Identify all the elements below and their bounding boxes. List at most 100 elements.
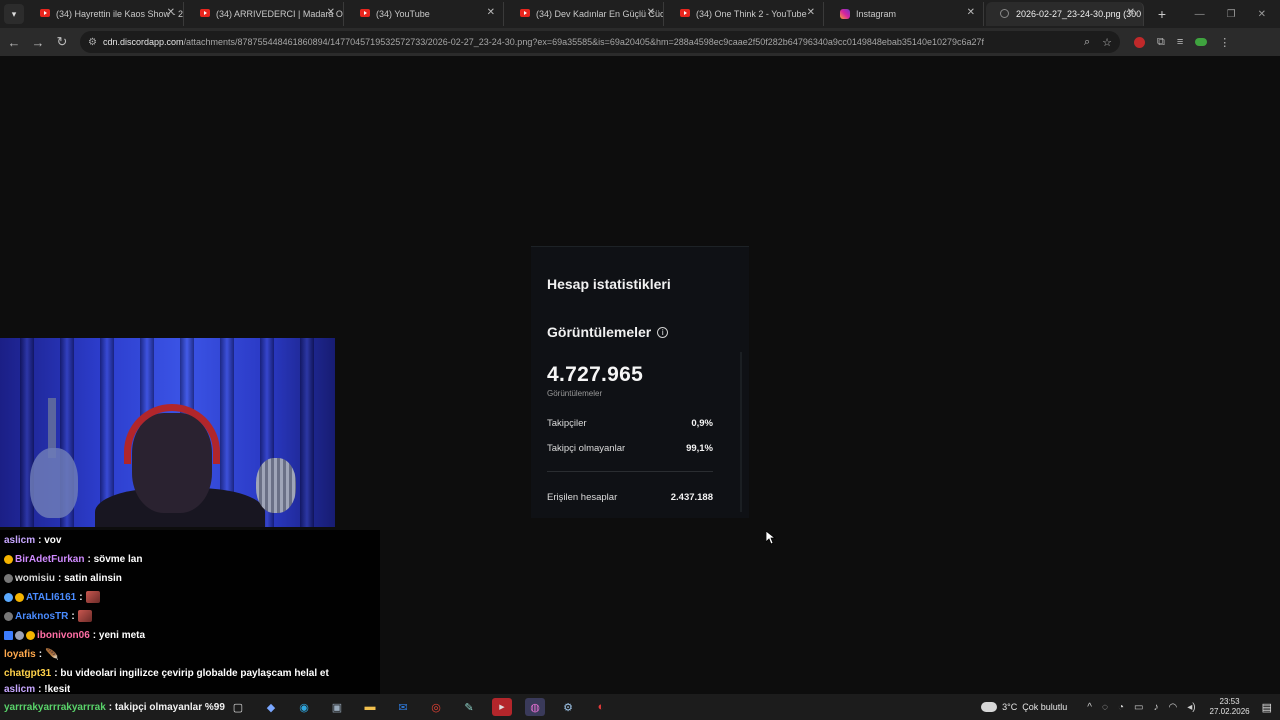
mouse-cursor-icon <box>766 531 776 545</box>
close-icon[interactable]: ✕ <box>327 7 335 18</box>
close-icon[interactable]: ✕ <box>647 7 655 18</box>
obs-icon[interactable]: ◐ <box>591 698 611 716</box>
views-heading-label: Görüntülemeler <box>547 324 652 340</box>
tab-title: 2026-02-27_23-24-30.png (300 <box>1016 9 1142 19</box>
steam-tray-icon[interactable]: ◌ <box>1102 702 1108 713</box>
network-app-icon[interactable]: ◔ <box>1118 702 1124 713</box>
tab-5[interactable]: Instagram ✕ <box>826 2 984 26</box>
outlook-icon[interactable]: ✉ <box>393 698 413 716</box>
close-icon[interactable]: ✕ <box>167 7 175 18</box>
edge-icon[interactable]: ◉ <box>294 698 314 716</box>
new-tab-plus-icon[interactable]: + <box>1152 4 1172 24</box>
chat-message: aslicm: !kesit <box>4 684 71 694</box>
clock[interactable]: 23:53 27.02.2026 <box>1210 697 1250 717</box>
reached-label: Erişilen hesaplar <box>547 492 618 503</box>
zoom-icon[interactable]: ⌕ <box>1084 36 1090 49</box>
tab-1[interactable]: (34) ARRIVEDERCI | Madara Olu ✕ <box>186 2 344 26</box>
address-bar[interactable]: ⚙ cdn.discordapp.com /attachments/878755… <box>80 31 1120 53</box>
notification-icon[interactable]: ▤ <box>1262 701 1272 714</box>
youtube-icon <box>520 9 530 17</box>
volume-icon[interactable]: ◂) <box>1187 702 1195 713</box>
battery-icon[interactable]: ▭ <box>1134 702 1143 713</box>
ticker-text: takipçi olmayanlar %99 <box>114 701 225 713</box>
task-view-icon[interactable]: ▢ <box>228 698 248 716</box>
youtube-icon <box>40 9 50 17</box>
stream-chat-overlay: aslicm: vov BirAdetFurkan: sövme lan wom… <box>0 530 380 694</box>
wifi-icon[interactable]: ◠ <box>1168 702 1177 713</box>
extensions-puzzle-icon[interactable]: ⧉ <box>1157 36 1165 49</box>
badge-icon <box>15 630 24 640</box>
reload-icon[interactable]: ↻ <box>50 30 74 54</box>
card-scrollbar[interactable] <box>740 352 742 512</box>
tray-icons: ^ ◌ ◔ ▭ ♪ ◠ ◂) <box>1087 702 1195 713</box>
feather-emote-icon: 🪶 <box>45 649 59 661</box>
microphone-icon[interactable]: ♪ <box>1153 702 1158 713</box>
tab-3[interactable]: (34) Dev Kadınlar En Güçlü Cüce ✕ <box>506 2 664 26</box>
taskbar-apps: ▢ ◆ ◉ ▣ ▬ ✉ ◎ ✎ ▶ ◍ ⚙ ◐ <box>228 698 611 716</box>
ticker-username: yarrrakyarrrakyarrrak <box>4 701 106 713</box>
close-icon[interactable]: ✕ <box>487 7 495 18</box>
close-icon[interactable]: ✕ <box>807 7 815 18</box>
chevron-up-icon[interactable]: ^ <box>1087 702 1092 713</box>
browser-toolbar: ← → ↻ ⚙ cdn.discordapp.com /attachments/… <box>0 28 1280 56</box>
chat-message: ibonivon06: yeni meta <box>4 627 145 643</box>
forward-arrow-icon[interactable]: → <box>26 30 50 54</box>
chat-text: vov <box>44 534 62 546</box>
site-info-icon[interactable]: ⚙ <box>88 37 97 48</box>
chat-text: !kesit <box>44 684 71 694</box>
chrome-icon[interactable]: ◎ <box>426 698 446 716</box>
file-explorer-icon[interactable]: ▬ <box>360 698 380 716</box>
menu-dots-icon[interactable]: ⋮ <box>1219 36 1230 49</box>
tab-6[interactable]: 2026-02-27_23-24-30.png (300 ✕ <box>986 2 1144 26</box>
minimize-icon[interactable]: — <box>1195 9 1205 20</box>
non-followers-row: Takipçi olmayanlar 99,1% <box>547 443 713 454</box>
media-control-icon[interactable]: ≡ <box>1177 36 1183 48</box>
badge-icon <box>4 573 13 583</box>
extension-red-icon[interactable] <box>1134 36 1145 48</box>
badge-icon <box>4 592 13 602</box>
globe-icon <box>1000 9 1009 18</box>
browser-tab-strip: ▾ (34) Hayrettin ile Kaos Show - 2 ✕ (34… <box>0 0 1280 28</box>
non-followers-label: Takipçi olmayanlar <box>547 443 626 454</box>
youtube-icon <box>200 9 210 17</box>
chat-message: aslicm: vov <box>4 534 62 546</box>
tab-0[interactable]: (34) Hayrettin ile Kaos Show - 2 ✕ <box>26 2 184 26</box>
maximize-icon[interactable]: ❐ <box>1227 9 1236 20</box>
sub-badge-icon <box>26 630 35 640</box>
store-icon[interactable]: ▣ <box>327 698 347 716</box>
tab-4[interactable]: (34) One Think 2 - YouTube ✕ <box>666 2 824 26</box>
profile-icon[interactable] <box>1195 38 1208 46</box>
chat-username: aslicm <box>4 684 36 694</box>
weather-widget[interactable]: 3°C Çok bulutlu <box>978 698 1067 712</box>
chat-text: bu videolari ingilizce çevirip globalde … <box>60 667 329 679</box>
back-arrow-icon[interactable]: ← <box>2 30 26 54</box>
tab-2[interactable]: (34) YouTube ✕ <box>346 2 504 26</box>
webcam-overlay <box>0 338 335 527</box>
close-window-icon[interactable]: ✕ <box>1258 9 1266 20</box>
chat-text: sövme lan <box>93 553 143 565</box>
views-sublabel: Görüntülemeler <box>547 389 603 398</box>
bookmark-star-icon[interactable]: ☆ <box>1102 36 1112 49</box>
chat-message: AraknosTR: <box>4 608 92 624</box>
chat-message: chatgpt31: bu videolari ingilizce çeviri… <box>4 667 329 679</box>
chat-ticker: yarrrakyarrrakyarrrak: takipçi olmayanla… <box>4 701 225 713</box>
chat-message: loyafis: 🪶 <box>4 648 59 662</box>
info-icon: i <box>657 326 669 338</box>
chat-username: ibonivon06 <box>37 629 90 641</box>
account-stats-card: Hesap istatistikleri Görüntülemeler i 4.… <box>531 246 749 518</box>
close-icon[interactable]: ✕ <box>1127 7 1135 18</box>
chat-username: AraknosTR <box>15 610 69 622</box>
tab-title: Instagram <box>856 9 897 19</box>
close-icon[interactable]: ✕ <box>967 7 975 18</box>
discord-icon[interactable]: ◍ <box>525 698 545 716</box>
copilot-icon[interactable]: ◆ <box>261 698 281 716</box>
video-app-icon[interactable]: ▶ <box>492 698 512 716</box>
windows-taskbar: yarrrakyarrrakyarrrak: takipçi olmayanla… <box>0 694 1280 720</box>
chat-username: BirAdetFurkan <box>15 553 85 565</box>
steam-icon[interactable]: ⚙ <box>558 698 578 716</box>
views-value: 4.727.965 <box>547 363 644 386</box>
notepad-icon[interactable]: ✎ <box>459 698 479 716</box>
stats-title: Hesap istatistikleri <box>547 276 671 292</box>
tab-search-chevron-icon[interactable]: ▾ <box>4 4 24 24</box>
chat-username: aslicm <box>4 534 36 546</box>
